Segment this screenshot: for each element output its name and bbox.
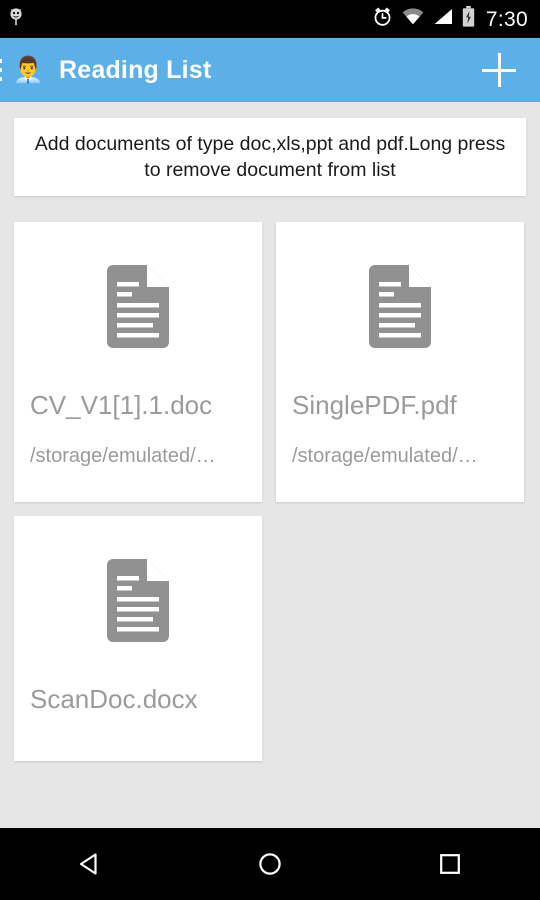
wifi-icon [402,8,424,30]
hamburger-line [0,59,2,63]
hamburger-line [0,68,2,72]
add-document-button[interactable] [478,49,520,91]
document-file-icon [30,516,246,684]
alarm-clock-icon [372,6,393,32]
page-title: Reading List [59,55,212,84]
person-in-suit-avatar[interactable]: 👨‍💼 [12,55,43,85]
home-circle-icon[interactable] [234,828,306,900]
status-bar: 7:30 [0,0,540,38]
android-app-screen: 7:30 👨‍💼 Reading List Add documents of t… [0,0,540,900]
cellular-signal-icon [433,8,453,30]
document-file-icon [30,222,246,390]
info-banner: Add documents of type doc,xls,ppt and pd… [14,118,526,196]
status-bar-notifications [8,7,24,32]
back-triangle-icon[interactable] [54,828,126,900]
document-card[interactable]: SinglePDF.pdf /storage/emulated/… [276,222,524,502]
status-bar-system-icons: 7:30 [372,6,528,32]
document-path: /storage/emulated/… [292,445,478,467]
document-title: SinglePDF.pdf [292,390,457,420]
document-title: ScanDoc.docx [30,684,198,714]
document-grid: CV_V1[1].1.doc /storage/emulated/… Singl… [14,222,527,761]
status-bar-clock: 7:30 [485,7,528,31]
hamburger-line [0,77,2,81]
info-banner-text: Add documents of type doc,xls,ppt and pd… [34,133,506,181]
recents-square-icon[interactable] [414,828,486,900]
app-bar: 👨‍💼 Reading List [0,38,540,102]
document-card[interactable]: ScanDoc.docx [14,516,262,761]
document-title: CV_V1[1].1.doc [30,390,213,420]
battery-charging-icon [462,6,475,32]
document-card[interactable]: CV_V1[1].1.doc /storage/emulated/… [14,222,262,502]
android-notification-icon [8,7,24,32]
hamburger-menu-icon[interactable] [0,59,2,81]
document-path: /storage/emulated/… [30,445,216,467]
document-file-icon [292,222,508,390]
android-navigation-bar [0,828,540,900]
